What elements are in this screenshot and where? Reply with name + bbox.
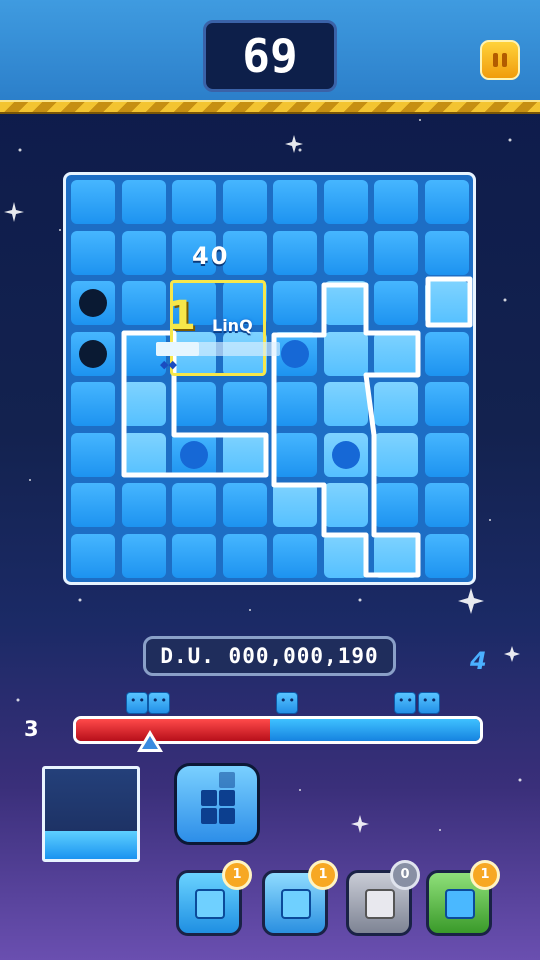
water-preview-panel (42, 766, 140, 862)
ally-meter (269, 719, 480, 741)
meter-marker-icon (136, 730, 163, 752)
linq-path-outline (121, 276, 473, 578)
minion-icon (276, 692, 298, 714)
puzzle-board[interactable] (63, 172, 476, 585)
enemy-meter (76, 719, 270, 741)
tug-of-war-meter (73, 716, 483, 744)
gold-divider (0, 100, 540, 114)
selection-progress (156, 342, 280, 356)
pause-icon (493, 53, 498, 67)
cube-face-icon (195, 889, 225, 919)
enemy-count: 3 (24, 717, 39, 741)
skill-badge: 1 (222, 860, 252, 890)
gem-icon: ◆◆ (160, 358, 177, 371)
golem-face-icon (365, 889, 395, 919)
pause-button[interactable] (480, 40, 520, 80)
selection-count: 1 (168, 293, 196, 339)
combo-points: 40 (192, 242, 230, 270)
skill-badge: 0 (390, 860, 420, 890)
monster-box-icon (445, 889, 475, 919)
score-readout: D.U. 000,000,190 (143, 636, 396, 676)
ice-cube-icon (281, 889, 311, 919)
minion-icon (126, 692, 148, 714)
minion-icon (394, 692, 416, 714)
skill-badge: 1 (470, 860, 500, 890)
skill-badge: 1 (308, 860, 338, 890)
ally-count: 4 (470, 647, 487, 675)
minion-icon (418, 692, 440, 714)
minion-icon (148, 692, 170, 714)
water-level (45, 831, 137, 859)
linq-tag: LinQ (212, 316, 253, 335)
next-block-button[interactable] (174, 763, 260, 845)
countdown-timer: 69 (203, 20, 337, 92)
